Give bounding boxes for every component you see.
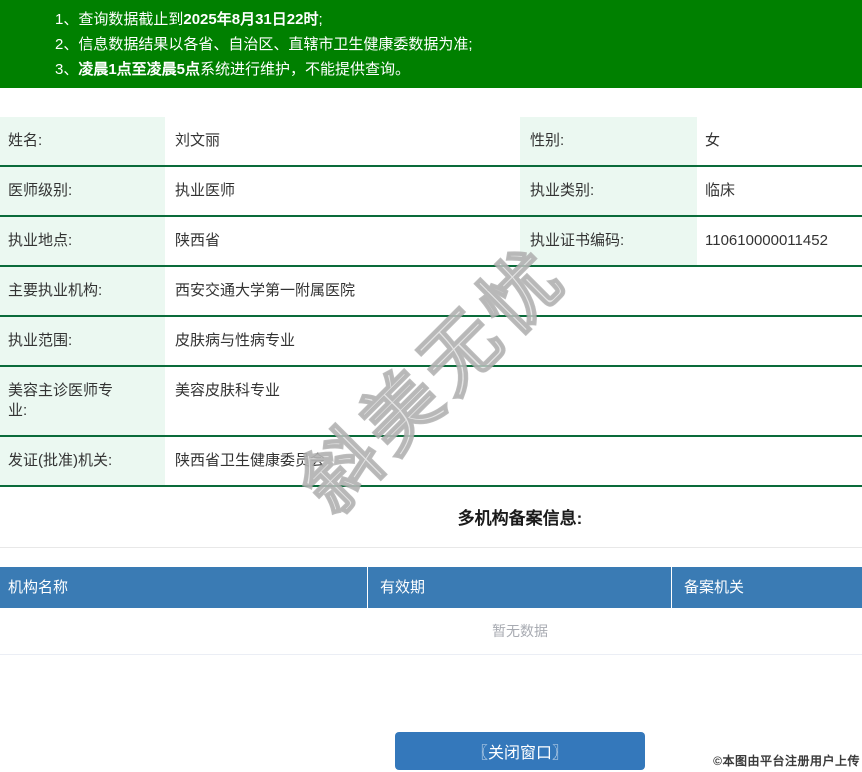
upload-credit-watermark: ©本图由平台注册用户上传 <box>713 754 860 768</box>
notice-line-1-number: 1、 <box>55 11 79 28</box>
cosmetic-specialty-label: 美容主诊医师专业: <box>0 367 165 435</box>
doctor-level-label: 医师级别: <box>0 167 165 215</box>
practice-scope-value: 皮肤病与性病专业 <box>175 332 296 349</box>
gender-label: 性别: <box>520 117 697 165</box>
issuing-authority-value: 陕西省卫生健康委员会 <box>175 452 326 469</box>
notice-line-1-text: 查询数据截止到 <box>78 11 184 28</box>
filing-header-authority: 备案机关 <box>672 567 862 608</box>
cosmetic-specialty-value: 美容皮肤科专业 <box>175 382 281 399</box>
practice-location-label: 执业地点: <box>0 217 165 265</box>
certificate-number-value: 110610000011452 <box>705 232 828 249</box>
name-value: 刘文丽 <box>175 132 221 149</box>
table-row-level-category: 医师级别: 执业医师 执业类别: 临床 <box>0 167 862 217</box>
notice-line-2: 2、信息数据结果以各省、自治区、直辖市卫生健康委数据为准; <box>55 32 852 57</box>
gender-value: 女 <box>705 132 721 149</box>
notice-line-3-number: 3、 <box>55 61 79 78</box>
table-row-practice-scope: 执业范围: 皮肤病与性病专业 <box>0 317 862 367</box>
notice-line-1-suffix: ; <box>318 11 323 28</box>
close-window-button[interactable]: 〖关闭窗口〗 <box>395 732 645 770</box>
practice-location-value: 陕西省 <box>175 232 221 249</box>
table-row-cosmetic-specialty: 美容主诊医师专业: 美容皮肤科专业 <box>0 367 862 437</box>
notice-line-3-bold: 凌晨1点至凌晨5点 <box>78 61 201 78</box>
practice-category-value: 临床 <box>705 182 736 199</box>
filing-section-title: 多机构备案信息: <box>457 509 583 528</box>
filing-empty-row: 暂无数据 <box>0 608 862 655</box>
filing-header-validity: 有效期 <box>368 567 671 608</box>
notice-line-2-number: 2、 <box>55 36 79 53</box>
certificate-number-label: 执业证书编码: <box>520 217 697 265</box>
table-row-issuing-authority: 发证(批准)机关: 陕西省卫生健康委员会 <box>0 437 862 487</box>
filing-table-header: 机构名称 有效期 备案机关 <box>0 567 862 608</box>
issuing-authority-label: 发证(批准)机关: <box>0 437 165 485</box>
table-row-name-gender: 姓名: 刘文丽 性别: 女 <box>0 117 862 167</box>
practice-scope-label: 执业范围: <box>0 317 165 365</box>
notice-line-1: 1、查询数据截止到2025年8月31日22时; <box>55 7 852 32</box>
notice-line-2-text: 信息数据结果以各省、自治区、直辖市卫生健康委数据为准; <box>78 36 473 53</box>
main-institution-label: 主要执业机构: <box>0 267 165 315</box>
notice-line-3: 3、凌晨1点至凌晨5点系统进行维护，不能提供查询。 <box>55 57 852 82</box>
notice-line-3-suffix: 系统进行维护，不能提供查询。 <box>200 61 411 78</box>
practice-category-label: 执业类别: <box>520 167 697 215</box>
filing-table: 机构名称 有效期 备案机关 暂无数据 <box>0 567 862 655</box>
filing-header-institution: 机构名称 <box>0 567 367 608</box>
main-institution-value: 西安交通大学第一附属医院 <box>175 282 356 299</box>
name-label: 姓名: <box>0 117 165 165</box>
doctor-info-table: 姓名: 刘文丽 性别: 女 医师级别: 执业医师 执业类别: 临床 执业地点: … <box>0 117 862 487</box>
doctor-level-value: 执业医师 <box>175 182 236 199</box>
table-row-main-institution: 主要执业机构: 西安交通大学第一附属医院 <box>0 267 862 317</box>
table-row-location-certificate: 执业地点: 陕西省 执业证书编码: 110610000011452 <box>0 217 862 267</box>
notice-line-1-bold: 2025年8月31日22时 <box>183 11 319 28</box>
empty-data-text: 暂无数据 <box>492 623 548 639</box>
filing-section: 多机构备案信息: <box>0 487 862 548</box>
notice-banner: 1、查询数据截止到2025年8月31日22时; 2、信息数据结果以各省、自治区、… <box>0 0 862 88</box>
